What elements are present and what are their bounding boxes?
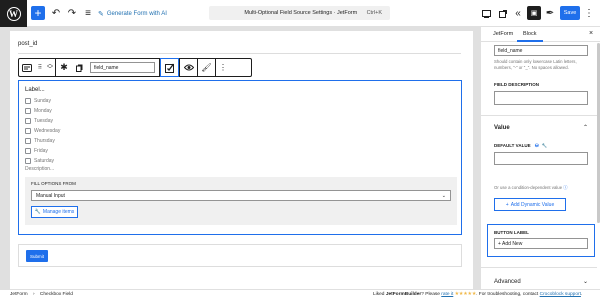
condition-value-text: Or use a condition-dependent value ⓘ <box>494 185 568 190</box>
document-title-bar[interactable]: Multi-Optional Field Source Settings · J… <box>209 6 390 20</box>
section-divider <box>481 115 597 116</box>
breadcrumb-current[interactable]: Checkbox Field <box>40 292 73 297</box>
checkbox-option[interactable]: Monday <box>25 108 52 114</box>
section-divider <box>481 267 597 268</box>
wrench-icon: 🔧 <box>34 209 41 215</box>
block-toolbar: ⠿ ︿ ﹀ ✱ field_name 🖌 ⋮ <box>18 58 252 77</box>
checkbox[interactable] <box>25 108 31 114</box>
undo-icon[interactable]: ↶ <box>50 6 62 21</box>
generate-ai-button[interactable]: ✎ Generate Form with AI <box>98 6 167 21</box>
wordpress-logo[interactable]: W <box>0 0 27 27</box>
checkbox[interactable] <box>25 138 31 144</box>
style-brush-icon[interactable]: 🖌 <box>198 59 215 76</box>
chevron-up-icon[interactable]: ⌃ <box>583 124 588 131</box>
field-description[interactable]: Description... <box>25 166 54 172</box>
block-options-icon[interactable]: ⋮ <box>216 59 230 76</box>
checkbox-field-block[interactable]: Label... Sunday Monday Tuesday Wednesday… <box>18 80 462 235</box>
tab-block[interactable]: Block <box>523 31 536 37</box>
required-asterisk-icon[interactable]: ✱ <box>56 59 72 76</box>
dynamic-value-icon[interactable] <box>160 58 179 77</box>
document-overview-icon[interactable]: ≡ <box>82 6 94 21</box>
default-value-input[interactable] <box>494 152 588 165</box>
default-value-caption: DEFAULT VALUE ⛁ 🔧 <box>494 143 548 148</box>
manage-items-label: Manage items <box>42 209 75 215</box>
external-link-icon[interactable] <box>497 6 509 21</box>
checkbox-option[interactable]: Thursday <box>25 138 55 144</box>
redo-icon[interactable]: ↷ <box>66 6 78 21</box>
field-description-caption: FIELD DESCRIPTION <box>494 82 540 87</box>
status-bar: JetForm › Checkbox Field Liked JetFormBu… <box>0 289 600 299</box>
visibility-eye-icon[interactable] <box>180 59 197 76</box>
generate-ai-label: Generate Form with AI <box>106 10 167 17</box>
field-label[interactable]: Label... <box>25 87 45 93</box>
checkbox-option[interactable]: Sunday <box>25 98 51 104</box>
add-dynamic-value-button[interactable]: + Add Dynamic Value <box>494 198 566 211</box>
copy-icon[interactable] <box>72 59 86 76</box>
field-name-field[interactable]: field_name <box>494 45 588 56</box>
plus-icon: + <box>505 201 509 208</box>
breadcrumb-root[interactable]: JetForm <box>10 292 28 297</box>
value-section-heading[interactable]: Value <box>494 125 510 131</box>
command-shortcut: Ctrl+K <box>366 10 382 16</box>
rating-stars[interactable]: ★★★★★ <box>455 292 477 297</box>
database-icon[interactable]: ⛁ <box>535 143 539 148</box>
rate-link[interactable]: rate it <box>441 292 453 297</box>
sidebar-tabs: JetForm Block × <box>481 27 600 42</box>
fill-options-title: FILL OPTIONS FROM <box>31 181 76 186</box>
drag-handle-icon[interactable]: ⠿ <box>35 59 45 76</box>
breadcrumb: JetForm › Checkbox Field <box>10 292 73 297</box>
add-block-button[interactable]: + <box>31 6 45 20</box>
breadcrumb-separator: › <box>32 292 35 297</box>
checkbox[interactable] <box>25 118 31 124</box>
add-dynamic-value-label: Add Dynamic Value <box>510 201 555 208</box>
rating-notice: Liked JetFormBuilder? Please rate it ★★★… <box>373 292 583 297</box>
hidden-field-post-id[interactable]: post_id <box>18 41 37 47</box>
submit-button[interactable]: Submit <box>26 250 48 262</box>
chevron-down-icon[interactable]: ⌄ <box>583 278 588 285</box>
checkbox-option[interactable]: Wednesday <box>25 128 60 134</box>
chevron-down-icon: ⌄ <box>441 192 446 199</box>
document-title: Multi-Optional Field Source Settings · J… <box>244 10 358 16</box>
advanced-section-heading[interactable]: Advanced <box>494 279 521 285</box>
submit-block[interactable] <box>18 244 462 267</box>
support-link[interactable]: Crocoblock support <box>540 292 581 297</box>
close-icon[interactable]: × <box>589 30 593 37</box>
field-name-input[interactable]: field_name <box>90 62 155 73</box>
move-up-down-icon[interactable]: ︿ ﹀ <box>45 59 55 76</box>
block-type-icon[interactable] <box>19 59 35 76</box>
checkbox[interactable] <box>25 158 31 164</box>
tab-jetform[interactable]: JetForm <box>493 31 513 37</box>
button-label-highlight <box>487 224 595 257</box>
divider <box>18 53 461 54</box>
checkbox[interactable] <box>25 128 31 134</box>
wordpress-icon: W <box>6 6 21 21</box>
styles-pen-icon[interactable]: ✒ <box>545 6 555 21</box>
magic-wand-icon: ✎ <box>98 10 104 18</box>
editor-top-bar: W + ↶ ↷ ≡ ✎ Generate Form with AI Multi-… <box>0 0 600 27</box>
checkbox-option[interactable]: Friday <box>25 148 48 154</box>
info-icon: ⓘ <box>563 185 568 190</box>
manage-items-button[interactable]: 🔧 Manage items <box>31 206 78 218</box>
checkbox[interactable] <box>25 148 31 154</box>
checkbox[interactable] <box>25 98 31 104</box>
save-button[interactable]: Save <box>560 6 580 20</box>
fill-options-value: Manual Input <box>36 192 65 199</box>
more-options-icon[interactable]: ⋮ <box>584 6 594 21</box>
fill-options-panel: FILL OPTIONS FROM Manual Input ⌄ 🔧 Manag… <box>25 177 457 225</box>
active-tab-indicator <box>517 40 543 42</box>
field-name-help: Should contain only lowercase Latin lett… <box>494 59 577 70</box>
settings-panel-icon[interactable]: ▣ <box>527 6 541 20</box>
view-icon[interactable] <box>480 6 492 21</box>
fill-options-select[interactable]: Manual Input ⌄ <box>31 190 451 201</box>
field-description-input[interactable] <box>494 91 588 105</box>
collapse-icon[interactable]: « <box>512 6 524 21</box>
checkbox-option[interactable]: Tuesday <box>25 118 53 124</box>
wrench-icon[interactable]: 🔧 <box>542 143 548 148</box>
checkbox-option[interactable]: Saturday <box>25 158 54 164</box>
